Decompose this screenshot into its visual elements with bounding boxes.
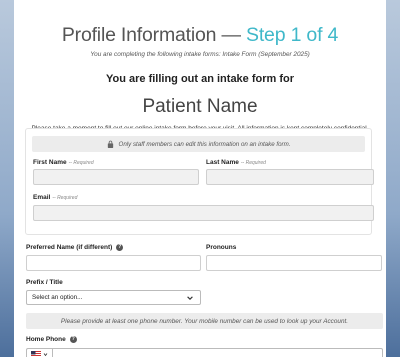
country-code-select[interactable]: [26, 348, 52, 357]
lock-icon: [107, 140, 113, 148]
last-name-field[interactable]: [206, 169, 374, 185]
pronouns-field[interactable]: [206, 255, 382, 271]
chevron-down-icon: [43, 352, 48, 356]
last-name-label-text: Last Name: [206, 159, 239, 166]
preferred-name-label-text: Preferred Name (if different): [26, 244, 113, 252]
email-field[interactable]: [33, 205, 374, 221]
patient-name: Patient Name: [142, 96, 258, 117]
required-tag: -- Required: [52, 195, 78, 201]
preferred-name-field[interactable]: [26, 255, 201, 271]
email-label-text: Email: [33, 194, 51, 201]
home-phone-label-text: Home Phone: [26, 336, 66, 344]
forms-subtitle: You are completing the following intake …: [90, 51, 310, 58]
email-label: Email -- Required: [33, 194, 77, 201]
required-tag: -- Required: [240, 160, 266, 166]
staff-notice-bar: Only staff members can edit this informa…: [32, 136, 365, 152]
background-right: [386, 0, 400, 357]
prefix-select-value: Select an option...: [32, 294, 83, 301]
page-title-main: Profile Information —: [61, 24, 247, 46]
staff-notice-text: Only staff members can edit this informa…: [118, 140, 291, 148]
first-name-label: First Name -- Required: [33, 159, 94, 166]
help-icon[interactable]: ?: [69, 336, 77, 343]
page-title: Profile Information — Step 1 of 4: [14, 23, 386, 47]
us-flag-icon: [31, 350, 41, 357]
staff-only-panel: Only staff members can edit this informa…: [25, 128, 374, 235]
home-phone-field[interactable]: [52, 348, 383, 357]
step-indicator: Step 1 of 4: [246, 24, 339, 46]
filling-heading: You are filling out an intake form for: [105, 73, 295, 85]
home-phone-label: Home Phone?: [26, 336, 77, 343]
preferred-name-label: Preferred Name (if different)?: [26, 244, 124, 252]
first-name-field[interactable]: [33, 169, 199, 185]
prefix-select[interactable]: Select an option...: [26, 290, 201, 305]
required-tag: -- Required: [68, 160, 94, 166]
chevron-down-icon: [187, 296, 193, 300]
prefix-label: Prefix / Title: [26, 279, 63, 286]
last-name-label: Last Name -- Required: [206, 159, 266, 166]
phone-note: Please provide at least one phone number…: [26, 313, 383, 329]
help-icon[interactable]: ?: [116, 244, 124, 251]
intake-form-card: Profile Information — Step 1 of 4 You ar…: [14, 0, 386, 357]
pronouns-label: Pronouns: [206, 244, 237, 251]
background-left: [0, 0, 14, 357]
first-name-label-text: First Name: [33, 159, 67, 166]
